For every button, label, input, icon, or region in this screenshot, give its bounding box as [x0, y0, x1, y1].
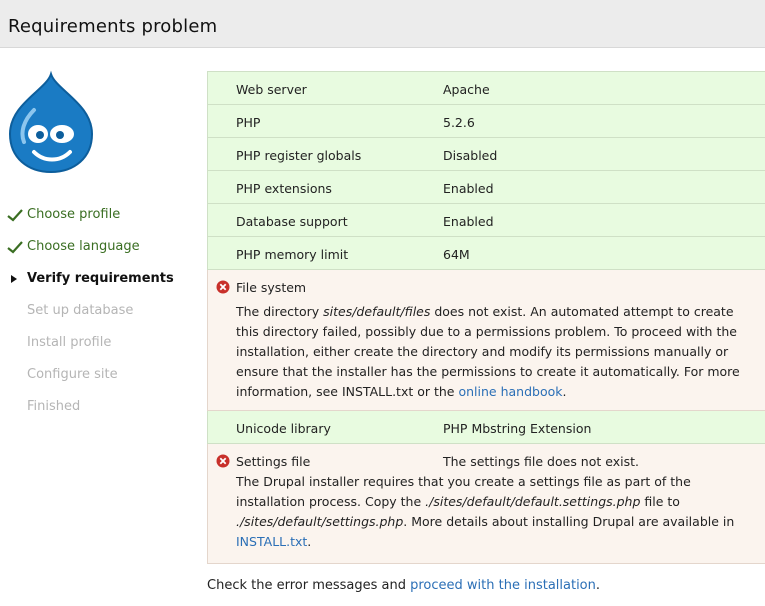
requirement-row-database-support: Database support Enabled [207, 203, 765, 237]
requirement-value: 64M [443, 247, 470, 262]
proceed-installation-link[interactable]: proceed with the installation [410, 578, 596, 593]
requirement-row-web-server: Web server Apache [207, 71, 765, 105]
step-verify-requirements: Verify requirements [0, 263, 200, 295]
step-set-up-database: Set up database [0, 295, 200, 327]
install-txt-link[interactable]: INSTALL.txt [236, 534, 307, 549]
install-steps: Choose profile Choose language Verify re… [0, 199, 200, 423]
requirement-description: The Drupal installer requires that you c… [236, 474, 735, 549]
requirement-title: Settings file [236, 454, 311, 469]
page-header: Requirements problem [0, 0, 765, 48]
requirement-title: Unicode library [236, 421, 331, 436]
step-label: Finished [27, 399, 81, 414]
error-icon [216, 280, 230, 294]
step-label: Choose profile [27, 207, 121, 222]
check-icon [7, 209, 23, 222]
requirement-value: Apache [443, 82, 490, 97]
requirement-title: PHP extensions [236, 181, 332, 196]
requirement-row-register-globals: PHP register globals Disabled [207, 137, 765, 171]
step-configure-site: Configure site [0, 359, 200, 391]
step-label: Set up database [27, 303, 134, 318]
step-label: Verify requirements [27, 271, 174, 286]
triangle-right-icon [11, 275, 17, 283]
requirements-table: Web server Apache PHP 5.2.6 PHP register… [207, 71, 765, 564]
step-choose-profile: Choose profile [0, 199, 200, 231]
footer-note: Check the error messages and proceed wit… [207, 578, 601, 593]
step-finished: Finished [0, 391, 200, 423]
requirement-row-unicode-library: Unicode library PHP Mbstring Extension [207, 410, 765, 444]
drupal-logo [8, 70, 94, 174]
check-icon [7, 241, 23, 254]
requirement-row-settings-file: Settings file The settings file does not… [207, 443, 765, 564]
error-icon [216, 454, 230, 468]
step-label: Configure site [27, 367, 118, 382]
page-title: Requirements problem [8, 16, 218, 37]
requirement-value: Disabled [443, 148, 498, 163]
requirement-title: Database support [236, 214, 348, 229]
step-label: Install profile [27, 335, 112, 350]
requirement-description: The directory sites/default/files does n… [236, 304, 740, 399]
requirement-row-php: PHP 5.2.6 [207, 104, 765, 138]
requirement-row-php-extensions: PHP extensions Enabled [207, 170, 765, 204]
requirement-row-memory-limit: PHP memory limit 64M [207, 236, 765, 270]
requirement-title: PHP memory limit [236, 247, 349, 262]
requirement-value: Enabled [443, 181, 494, 196]
online-handbook-link[interactable]: online handbook [458, 384, 562, 399]
requirement-title: PHP [236, 115, 261, 130]
step-label: Choose language [27, 239, 140, 254]
requirement-value: PHP Mbstring Extension [443, 421, 592, 436]
step-install-profile: Install profile [0, 327, 200, 359]
requirement-value: The settings file does not exist. [443, 454, 639, 469]
step-choose-language: Choose language [0, 231, 200, 263]
requirement-value: 5.2.6 [443, 115, 475, 130]
requirement-value: Enabled [443, 214, 494, 229]
requirement-row-file-system: File system The directory sites/default/… [207, 269, 765, 411]
requirement-title: Web server [236, 82, 307, 97]
requirement-title: File system [236, 280, 307, 295]
requirement-title: PHP register globals [236, 148, 362, 163]
